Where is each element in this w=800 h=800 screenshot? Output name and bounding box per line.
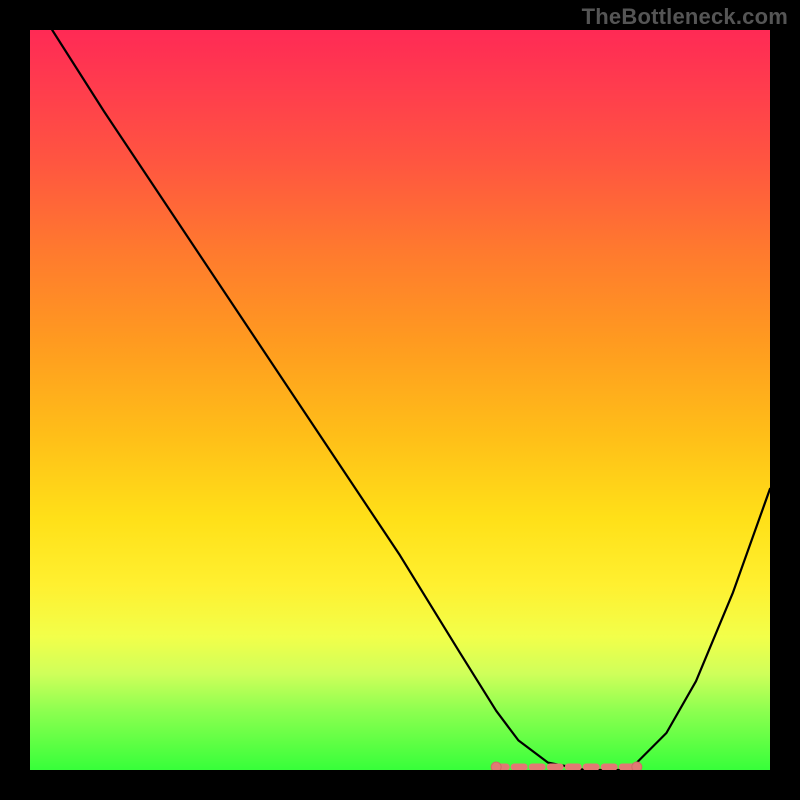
chart-frame: TheBottleneck.com (0, 0, 800, 800)
plot-area (30, 30, 770, 770)
chart-svg (30, 30, 770, 770)
optimal-marker-dot (632, 762, 642, 770)
optimal-marker-dot (491, 762, 501, 770)
watermark-text: TheBottleneck.com (582, 4, 788, 30)
bottleneck-curve (52, 30, 770, 770)
